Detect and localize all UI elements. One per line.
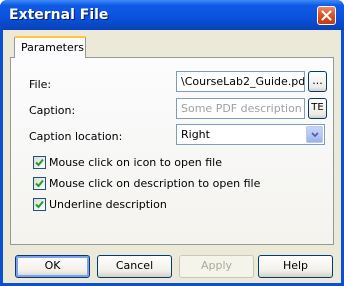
checkbox-icon-click[interactable] — [33, 156, 46, 169]
tab-parameters[interactable]: Parameters — [14, 36, 86, 58]
checkbox-label: Mouse click on icon to open file — [49, 156, 223, 169]
caption-location-value: Right — [181, 128, 210, 141]
file-label: File: — [29, 78, 52, 91]
browse-button[interactable]: ... — [308, 71, 327, 92]
checkmark-icon — [35, 200, 44, 209]
caption-location-select[interactable]: Right — [176, 124, 325, 145]
tab-parameters-label: Parameters — [21, 41, 84, 54]
ok-button[interactable]: OK — [15, 255, 90, 278]
apply-button[interactable]: Apply — [179, 255, 254, 278]
dialog-client-area: Parameters File: \CourseLab2_Guide.pdf .… — [3, 30, 341, 283]
caption-input[interactable]: Some PDF description — [176, 98, 305, 119]
close-button[interactable] — [317, 6, 336, 25]
file-path-field[interactable]: \CourseLab2_Guide.pdf — [176, 71, 305, 92]
caption-label: Caption: — [29, 104, 76, 117]
checkbox-label: Mouse click on description to open file — [49, 177, 261, 190]
checkbox-label: Underline description — [49, 198, 167, 211]
text-editor-button[interactable]: TE — [308, 98, 327, 119]
window-title: External File — [9, 7, 109, 23]
checkbox-description-click[interactable] — [33, 177, 46, 190]
checkbox-underline[interactable] — [33, 198, 46, 211]
caption-location-label: Caption location: — [29, 130, 123, 143]
cancel-button[interactable]: Cancel — [97, 255, 172, 278]
external-file-window: External File Parameters File: \CourseLa… — [0, 0, 344, 286]
title-bar[interactable]: External File — [0, 0, 344, 30]
dropdown-arrow-button[interactable] — [306, 126, 323, 143]
checkmark-icon — [35, 179, 44, 188]
help-button[interactable]: Help — [258, 255, 333, 278]
checkmark-icon — [35, 158, 44, 167]
parameters-panel: File: \CourseLab2_Guide.pdf ... Caption:… — [10, 57, 334, 245]
close-icon — [321, 10, 332, 21]
chevron-down-icon — [311, 132, 319, 138]
